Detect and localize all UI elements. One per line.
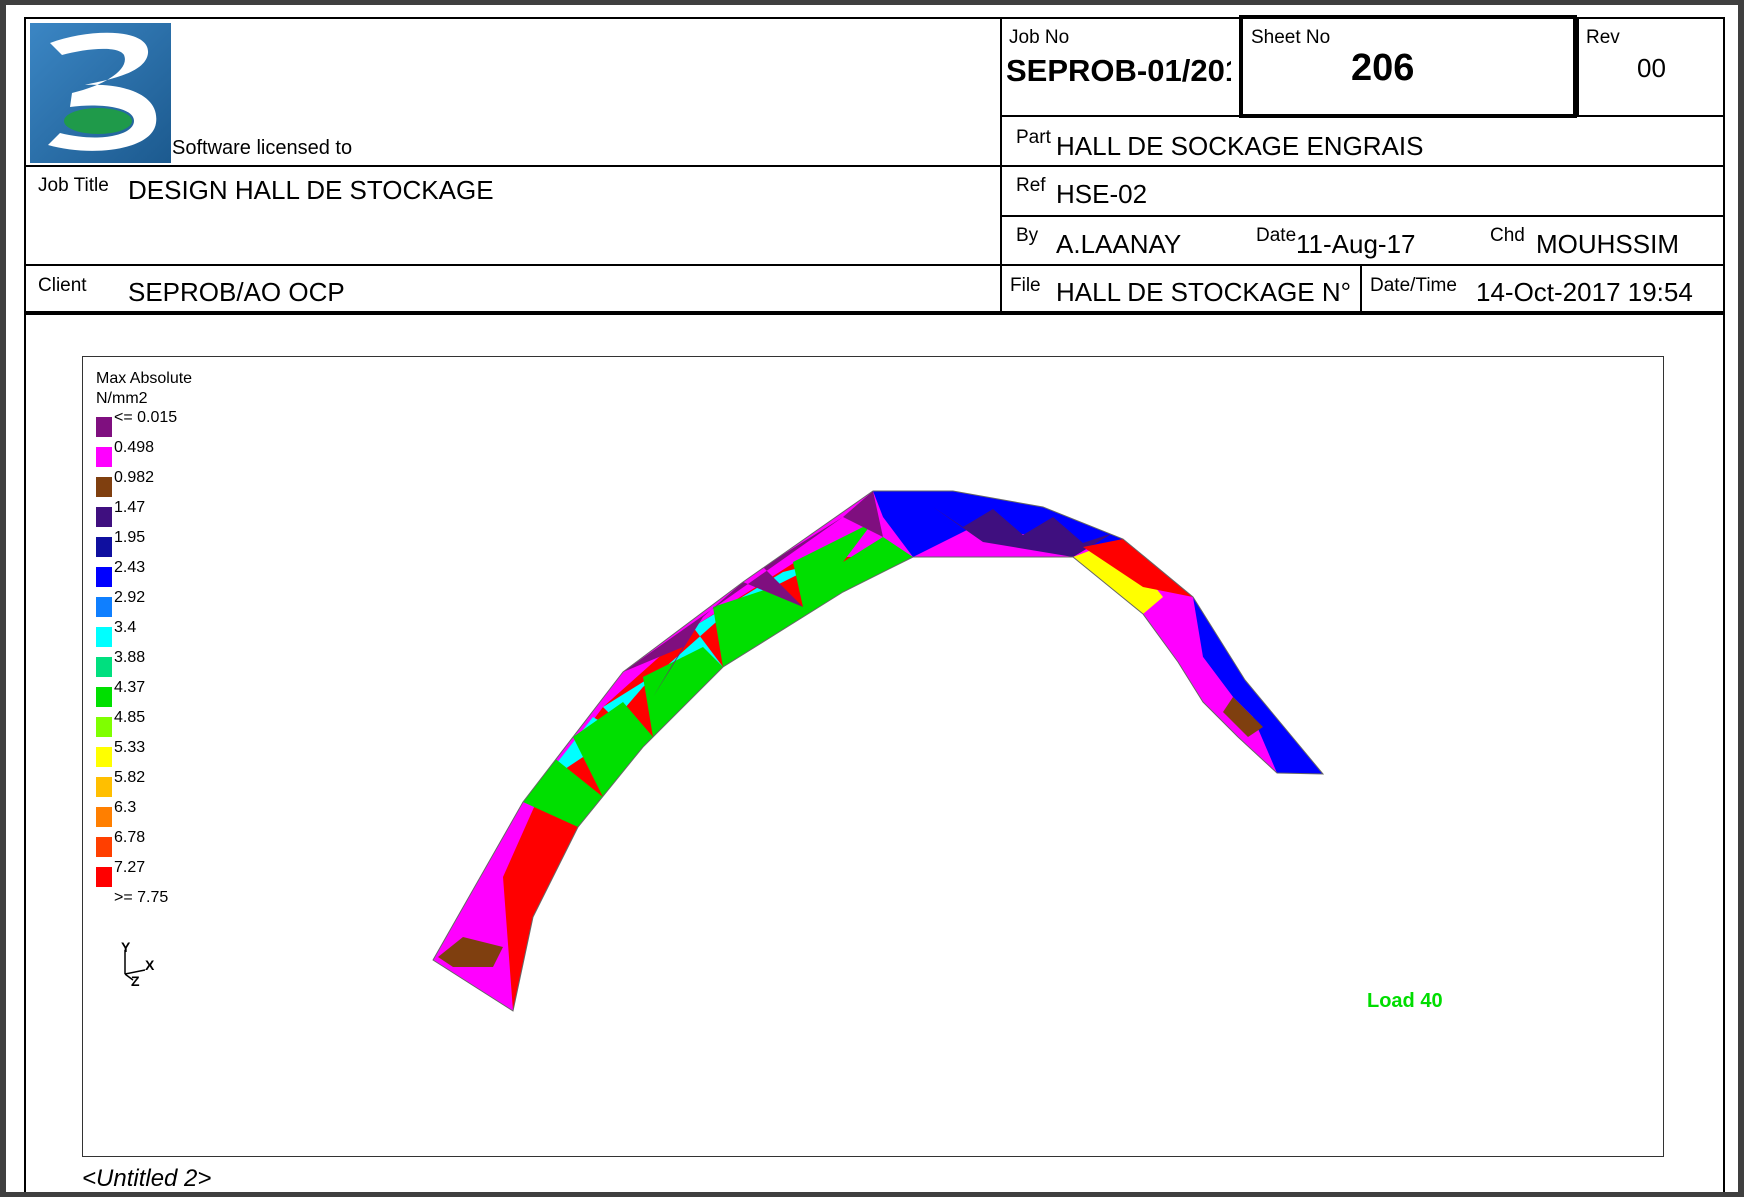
job-no-label: Job No bbox=[1009, 27, 1070, 48]
chd-label: Chd bbox=[1490, 225, 1525, 246]
part-label: Part bbox=[1016, 127, 1051, 148]
sheet-no-label: Sheet No bbox=[1251, 27, 1331, 48]
by-value: A.LAANAY bbox=[1056, 229, 1182, 259]
date-value: 11-Aug-17 bbox=[1296, 229, 1416, 259]
datetime-value: 14-Oct-2017 19:54 bbox=[1476, 277, 1693, 307]
datetime-label: Date/Time bbox=[1370, 275, 1457, 296]
rev-label: Rev bbox=[1586, 27, 1620, 48]
client-value: SEPROB/AO OCP bbox=[128, 277, 345, 307]
rev-value: 00 bbox=[1637, 53, 1666, 83]
divider bbox=[1577, 17, 1579, 115]
company-logo-icon bbox=[30, 23, 171, 163]
ref-value: HSE-02 bbox=[1056, 179, 1148, 209]
job-title-value: DESIGN HALL DE STOCKAGE bbox=[128, 175, 494, 205]
divider bbox=[24, 311, 1725, 315]
job-title-label: Job Title bbox=[38, 175, 109, 196]
divider bbox=[24, 165, 1725, 167]
software-licensed-label: Software licensed to bbox=[172, 137, 353, 159]
stress-contour-plot: Max Absolute N/mm2 <= 0.015 0.498 0.982 1.4… bbox=[82, 356, 1664, 1157]
axis-x-label: X bbox=[145, 957, 155, 973]
job-no-value: SEPROB-01/2017 bbox=[1006, 53, 1231, 88]
axis-y-label: Y bbox=[121, 939, 131, 955]
report-sheet: Software licensed to Job No SEPROB-01/20… bbox=[6, 5, 1738, 1192]
divider bbox=[1000, 215, 1725, 217]
file-label: File bbox=[1010, 275, 1041, 296]
ref-label: Ref bbox=[1016, 175, 1046, 196]
view-name: <Untitled 2> bbox=[82, 1165, 212, 1192]
chd-value: MOUHSSIM bbox=[1536, 229, 1679, 259]
contour-drawing bbox=[432, 490, 1325, 1012]
date-label: Date bbox=[1256, 225, 1297, 246]
by-label: By bbox=[1016, 225, 1039, 246]
divider bbox=[1000, 17, 1002, 313]
divider bbox=[24, 264, 1725, 266]
axis-z-label: Z bbox=[131, 973, 140, 989]
part-value: HALL DE SOCKAGE ENGRAIS bbox=[1056, 131, 1424, 161]
load-case-label: Load 40 bbox=[1367, 990, 1443, 1012]
divider bbox=[1360, 264, 1362, 313]
sheet-no-value: 206 bbox=[1351, 47, 1415, 89]
client-label: Client bbox=[38, 275, 87, 296]
file-value: HALL DE STOCKAGE N° bbox=[1056, 277, 1352, 307]
